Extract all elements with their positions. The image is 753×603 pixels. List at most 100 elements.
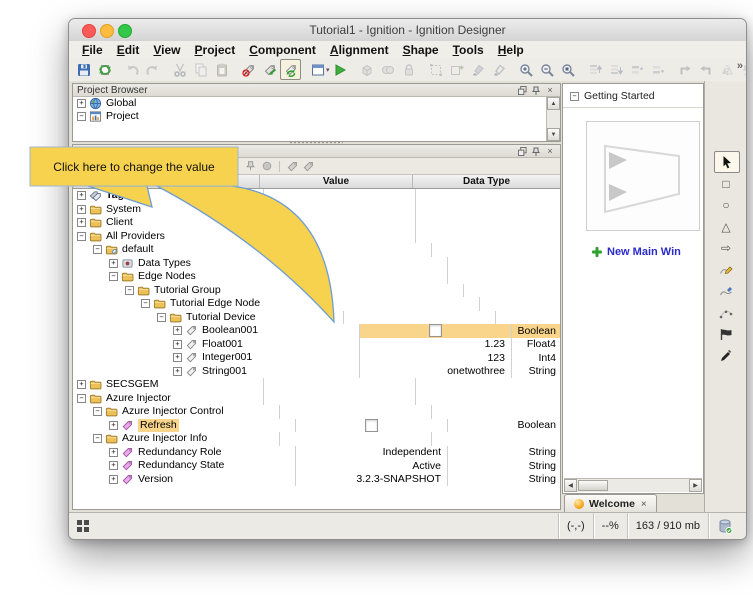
scroll-up-icon[interactable]: ▲ bbox=[547, 97, 560, 110]
points-tool-icon[interactable] bbox=[714, 303, 738, 323]
eyedropper-tool-icon[interactable] bbox=[714, 346, 738, 366]
expander-icon[interactable]: + bbox=[77, 99, 86, 108]
gateway-status-icon[interactable] bbox=[708, 513, 741, 539]
column-header-data-type[interactable]: Data Type bbox=[413, 175, 560, 188]
project-update-icon[interactable] bbox=[94, 59, 115, 80]
pause-dot-icon[interactable] bbox=[259, 159, 275, 173]
grid-icon[interactable] bbox=[77, 520, 89, 532]
column-header-tag[interactable] bbox=[73, 175, 260, 188]
add-shape-icon[interactable] bbox=[447, 59, 468, 80]
arrange-front-icon[interactable] bbox=[585, 59, 606, 80]
bounding-box-icon[interactable] bbox=[426, 59, 447, 80]
tree-row-azure-injector[interactable]: −Azure Injector bbox=[73, 392, 560, 406]
lock-icon[interactable] bbox=[399, 59, 420, 80]
tree-row-tutorial-group[interactable]: −Tutorial Group bbox=[73, 284, 560, 298]
expander-icon[interactable]: + bbox=[109, 448, 118, 457]
triangle-tool-icon[interactable]: △ bbox=[714, 217, 738, 237]
close-panel-icon[interactable]: × bbox=[544, 85, 556, 95]
pin-icon[interactable] bbox=[530, 85, 542, 95]
arrange-back-icon[interactable] bbox=[606, 59, 627, 80]
tree-row-edge-nodes[interactable]: −Edge Nodes bbox=[73, 270, 560, 284]
project-tree-item-project[interactable]: −Project bbox=[73, 110, 560, 123]
flip-horizontal-icon[interactable] bbox=[717, 59, 738, 80]
new-window-icon[interactable] bbox=[307, 59, 328, 80]
expander-icon[interactable]: + bbox=[77, 205, 86, 214]
tree-row-boolean001[interactable]: +Boolean001Boolean bbox=[73, 324, 560, 338]
expander-icon[interactable]: − bbox=[77, 112, 86, 121]
tree-row-float001[interactable]: +Float0011.23Float4 bbox=[73, 338, 560, 352]
tree-row-client[interactable]: +Client bbox=[73, 216, 560, 230]
value-cell[interactable]: 3.2.3-SNAPSHOT bbox=[296, 473, 448, 487]
expander-icon[interactable]: + bbox=[173, 353, 182, 362]
expander-icon[interactable]: − bbox=[77, 394, 86, 403]
expander-icon[interactable]: − bbox=[93, 245, 102, 254]
tree-row-tutorial-device[interactable]: −Tutorial Device bbox=[73, 311, 560, 325]
fill-paint-icon[interactable] bbox=[468, 59, 489, 80]
tag-delete-icon[interactable] bbox=[238, 59, 259, 80]
menu-view[interactable]: View bbox=[146, 43, 187, 57]
float-icon[interactable] bbox=[516, 146, 528, 156]
expander-icon[interactable]: + bbox=[109, 475, 118, 484]
menu-edit[interactable]: Edit bbox=[110, 43, 147, 57]
project-browser-scrollbar[interactable]: ▲ ▼ bbox=[546, 97, 560, 141]
expander-icon[interactable]: − bbox=[125, 286, 134, 295]
expander-icon[interactable]: + bbox=[77, 380, 86, 389]
expander-icon[interactable]: − bbox=[93, 407, 102, 416]
expander-icon[interactable]: − bbox=[157, 313, 166, 322]
tree-row-azure-injector-info[interactable]: −Azure Injector Info bbox=[73, 432, 560, 446]
scrollbar-thumb[interactable] bbox=[578, 480, 608, 491]
pencil-tool-icon[interactable] bbox=[714, 260, 738, 280]
tree-row-data-types[interactable]: +Data Types bbox=[73, 257, 560, 271]
expander-icon[interactable]: + bbox=[77, 218, 86, 227]
menu-project[interactable]: Project bbox=[188, 43, 243, 57]
rotate-ccw-icon[interactable] bbox=[675, 59, 696, 80]
scroll-left-icon[interactable]: ◀ bbox=[564, 479, 577, 492]
expander-icon[interactable]: + bbox=[109, 259, 118, 268]
tree-row-default[interactable]: −default bbox=[73, 243, 560, 257]
paste-icon[interactable] bbox=[211, 59, 232, 80]
tree-row-refresh[interactable]: +RefreshBoolean bbox=[73, 419, 560, 433]
cut-icon[interactable] bbox=[169, 59, 190, 80]
copy-icon[interactable] bbox=[190, 59, 211, 80]
tree-row-version[interactable]: +Version3.2.3-SNAPSHOTString bbox=[73, 473, 560, 487]
tree-row-tags[interactable]: +Tags bbox=[73, 189, 560, 203]
column-header-value[interactable]: Value bbox=[260, 175, 413, 188]
redo-icon[interactable] bbox=[142, 59, 163, 80]
menu-component[interactable]: Component bbox=[242, 43, 323, 57]
flag-tool-icon[interactable] bbox=[714, 324, 738, 344]
menu-file[interactable]: File bbox=[75, 43, 110, 57]
tree-row-system[interactable]: +System bbox=[73, 203, 560, 217]
arrange-down-icon[interactable] bbox=[648, 59, 669, 80]
expander-icon[interactable]: + bbox=[77, 191, 86, 200]
tree-row-all-providers[interactable]: −All Providers bbox=[73, 230, 560, 244]
expander-icon[interactable]: + bbox=[109, 461, 118, 470]
scroll-right-icon[interactable]: ▶ bbox=[689, 479, 702, 492]
expander-icon[interactable]: − bbox=[77, 232, 86, 241]
tag-auto-refresh-icon[interactable] bbox=[280, 59, 301, 80]
stroke-paint-icon[interactable] bbox=[489, 59, 510, 80]
dropdown-caret-icon[interactable]: ▾ bbox=[326, 66, 330, 74]
ellipse-tool-icon[interactable]: ○ bbox=[714, 195, 738, 215]
value-checkbox[interactable] bbox=[429, 324, 442, 337]
value-cell[interactable]: Independent bbox=[296, 446, 448, 460]
zoom-in-icon[interactable] bbox=[516, 59, 537, 80]
pin-icon[interactable] bbox=[243, 159, 259, 173]
menu-tools[interactable]: Tools bbox=[446, 43, 491, 57]
value-cell[interactable] bbox=[296, 419, 448, 433]
tag-edit-icon[interactable] bbox=[284, 159, 300, 173]
tree-row-azure-injector-control[interactable]: −Azure Injector Control bbox=[73, 405, 560, 419]
value-cell[interactable]: Active bbox=[296, 459, 448, 473]
float-icon[interactable] bbox=[516, 85, 528, 95]
tag-copy-icon[interactable] bbox=[300, 159, 316, 173]
cursor-tool-icon[interactable] bbox=[714, 151, 740, 173]
group-icon[interactable] bbox=[357, 59, 378, 80]
expander-icon[interactable]: − bbox=[109, 272, 118, 281]
expander-icon[interactable]: + bbox=[173, 340, 182, 349]
value-cell[interactable]: onetwothree bbox=[360, 365, 512, 379]
zoom-reset-icon[interactable] bbox=[558, 59, 579, 80]
value-cell[interactable]: 123 bbox=[360, 351, 512, 365]
menu-alignment[interactable]: Alignment bbox=[323, 43, 396, 57]
tree-row-redundancy-state[interactable]: +Redundancy StateActiveString bbox=[73, 459, 560, 473]
tree-row-tutorial-edge-node[interactable]: −Tutorial Edge Node bbox=[73, 297, 560, 311]
new-main-window-link[interactable]: New Main Win bbox=[591, 246, 701, 258]
